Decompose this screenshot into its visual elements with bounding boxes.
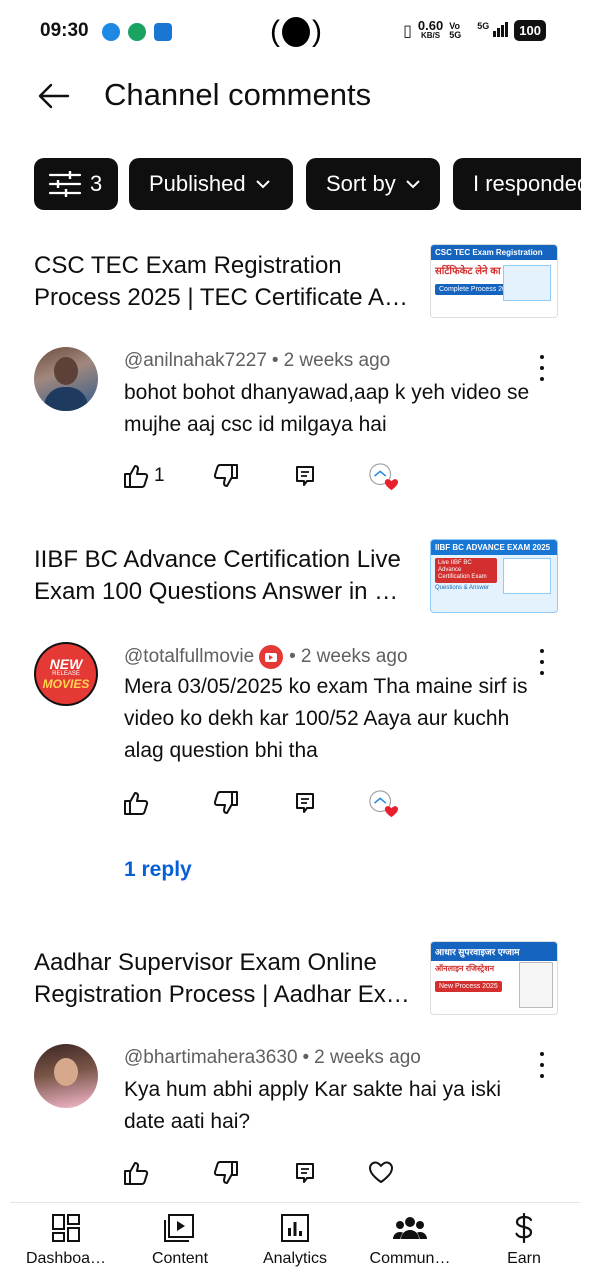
video-title[interactable]: IIBF BC Advance Certification Live Exam …: [34, 544, 424, 608]
dislike-button[interactable]: [212, 1159, 240, 1187]
dashboard-icon: [52, 1214, 80, 1242]
comment-text: Kya hum abhi apply Kar sakte hai ya iski…: [124, 1078, 502, 1133]
chevron-down-icon: [255, 180, 270, 189]
published-filter-chip[interactable]: Published: [129, 158, 293, 210]
thumbs-down-icon: [213, 791, 238, 814]
comment-meta: @totalfullmovie • 2 weeks ago: [124, 644, 408, 670]
comment-meta: @bhartimahera3630 • 2 weeks ago: [124, 1047, 421, 1069]
nav-label: Content: [151, 1250, 209, 1267]
video-thumbnail[interactable]: CSC TEC Exam Registration सर्टिफिकेट लेन…: [430, 244, 558, 318]
creator-heart-icon: [369, 790, 398, 818]
nav-label: Analytics: [262, 1250, 328, 1267]
comment-author[interactable]: @bhartimahera3630: [124, 1047, 298, 1069]
thumbs-up-icon: [124, 792, 149, 815]
nav-community[interactable]: Commun…: [351, 1212, 469, 1268]
page-title: Channel comments: [104, 77, 372, 112]
analytics-icon: [281, 1214, 309, 1242]
filter-count: 3: [90, 171, 103, 196]
nav-content[interactable]: Content: [121, 1212, 239, 1268]
nav-dashboard[interactable]: Dashboa…: [7, 1212, 125, 1268]
like-button[interactable]: [122, 1159, 150, 1187]
reply-button[interactable]: [294, 791, 316, 815]
comment-author[interactable]: @anilnahak7227: [124, 350, 267, 372]
arrow-left-icon: [38, 83, 70, 109]
avatar[interactable]: [34, 1044, 98, 1108]
thumbs-down-icon: [213, 1161, 238, 1184]
video-thumbnail[interactable]: आधार सुपरवाइजर एग्जाम ऑनलाइन रजिस्ट्रेशन…: [430, 941, 558, 1015]
thumbs-up-icon: [124, 465, 149, 488]
back-button[interactable]: [36, 78, 72, 114]
creator-heart-badge[interactable]: [368, 462, 398, 492]
reply-icon: [296, 466, 314, 486]
sort-label: Sort by: [326, 171, 396, 196]
community-icon: [393, 1217, 427, 1239]
reply-button[interactable]: [294, 464, 316, 488]
published-label: Published: [149, 171, 246, 196]
vibrate-icon: ▯: [403, 22, 412, 40]
filter-count-chip[interactable]: 3: [34, 158, 118, 210]
cloud-app-icon: [102, 23, 120, 41]
nav-earn[interactable]: Earn: [465, 1212, 583, 1268]
creator-heart-icon: [369, 463, 398, 491]
view-replies-link[interactable]: 1 reply: [124, 858, 192, 882]
dislike-button[interactable]: [212, 789, 240, 817]
app-notification-icon: [154, 23, 172, 41]
thumbs-down-icon: [213, 464, 238, 487]
creator-heart-badge[interactable]: [368, 789, 398, 819]
thumb-heading: आधार सुपरवाइजर एग्जाम: [431, 942, 557, 961]
reply-icon: [296, 793, 314, 813]
net-speed: 0.60 KB/S: [417, 17, 444, 40]
like-button[interactable]: 1: [122, 462, 165, 490]
volte-indicator: Vo 5G: [449, 20, 462, 40]
chevron-down-icon: [405, 180, 420, 189]
heart-outline-icon: [368, 1161, 394, 1184]
bottom-nav-divider: [10, 1202, 580, 1203]
thumb-tag: New Process 2025: [435, 981, 502, 992]
like-button[interactable]: [122, 789, 150, 817]
status-right: ▯ 0.60 KB/S Vo 5G 5G 100: [403, 17, 546, 41]
comment-time: 2 weeks ago: [300, 646, 408, 667]
comment-time: 2 weeks ago: [314, 1047, 421, 1068]
video-thumbnail[interactable]: IIBF BC ADVANCE EXAM 2025 Live IIBF BC A…: [430, 539, 558, 613]
front-camera-cutout: (): [270, 15, 322, 48]
avatar-text: NEW: [49, 656, 83, 672]
reply-icon: [296, 1163, 314, 1183]
thumb-sub: Live IIBF BC Advance Certification Exam: [435, 558, 497, 583]
avatar-text: MOVIES: [42, 677, 90, 691]
video-title[interactable]: Aadhar Supervisor Exam Online Registrati…: [34, 947, 424, 1011]
verified-channel-icon: [259, 645, 284, 669]
thumbs-up-icon: [124, 1162, 149, 1185]
comment-time: 2 weeks ago: [283, 350, 391, 371]
comment-text: Mera 03/05/2025 ko exam Tha maine sirf i…: [124, 675, 528, 762]
video-title[interactable]: CSC TEC Exam Registration Process 2025 |…: [34, 250, 424, 314]
responded-filter-chip[interactable]: I responded: [453, 158, 581, 210]
sort-by-chip[interactable]: Sort by: [306, 158, 440, 210]
sliders-icon: [48, 171, 82, 197]
vpn-app-icon: [128, 23, 146, 41]
avatar[interactable]: [34, 347, 98, 411]
comment-meta: @anilnahak7227 • 2 weeks ago: [124, 350, 391, 372]
status-time: 09:30: [40, 20, 89, 41]
nav-analytics[interactable]: Analytics: [236, 1212, 354, 1268]
dollar-icon: [515, 1212, 533, 1244]
dislike-button[interactable]: [212, 462, 240, 490]
content-icon: [164, 1214, 194, 1242]
thumb-heading: CSC TEC Exam Registration: [431, 245, 557, 260]
heart-button[interactable]: [368, 1159, 394, 1185]
responded-label: I responded: [473, 171, 581, 196]
avatar[interactable]: NEW RELEASE MOVIES: [34, 642, 98, 706]
comment-author[interactable]: @totalfullmovie: [124, 646, 254, 668]
nav-label: Commun…: [369, 1250, 451, 1267]
comment-text: bohot bohot dhanyawad,aap k yeh video se…: [124, 381, 530, 436]
thumb-heading: IIBF BC ADVANCE EXAM 2025: [431, 540, 557, 555]
nav-label: Earn: [507, 1250, 541, 1267]
reply-button[interactable]: [294, 1161, 316, 1185]
battery-indicator: 100: [514, 20, 546, 41]
like-count: 1: [154, 465, 165, 486]
signal-icon: 5G: [477, 21, 509, 40]
nav-label: Dashboa…: [25, 1250, 107, 1267]
